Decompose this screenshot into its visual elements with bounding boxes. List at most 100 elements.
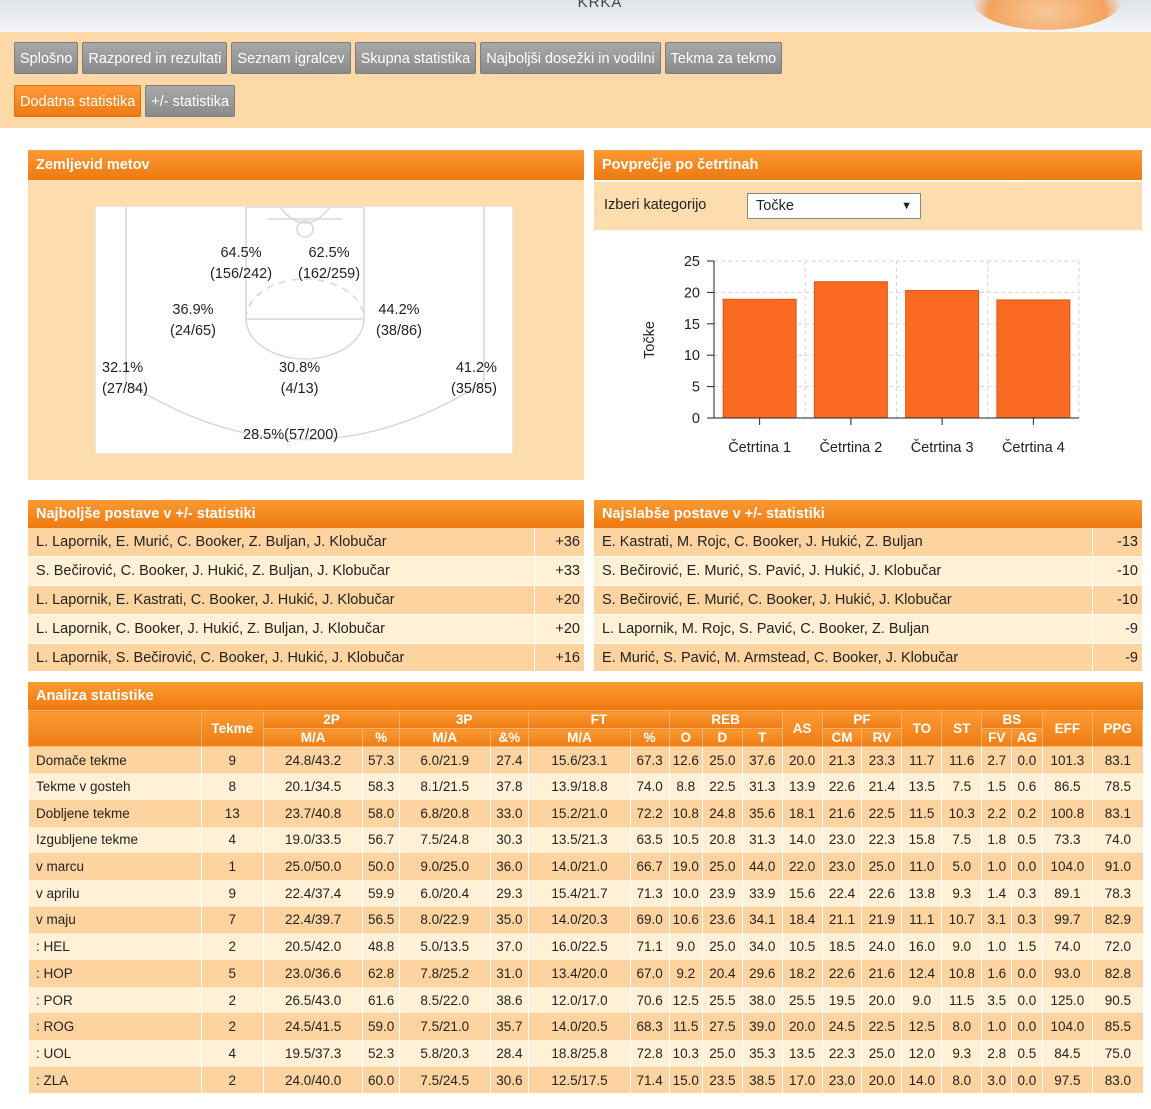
stats-cell: 0.3: [1011, 906, 1043, 934]
stats-cell: 2.7: [981, 746, 1012, 774]
stats-cell: 7: [200, 906, 264, 934]
stats-cell: 11.5: [668, 1013, 703, 1041]
stats-cell: 22.5: [861, 1013, 902, 1041]
stats-cell: 15.4/21.7: [528, 879, 631, 907]
stats-cell: 9.3: [941, 1040, 982, 1067]
stats-cell: 15.8: [901, 826, 942, 854]
stats-cell: 72.0: [1092, 933, 1143, 960]
stats-cell: 50.0: [362, 853, 400, 880]
subheader-3p-ma: M/A: [398, 728, 491, 747]
stats-cell: 1.5: [981, 773, 1012, 800]
stats-cell: 18.2: [781, 960, 823, 987]
tab-seznam-igralcev[interactable]: Seznam igralcev: [231, 42, 351, 74]
tab-splosno[interactable]: Splošno: [14, 42, 79, 74]
stats-cell: 18.8/25.8: [528, 1040, 631, 1067]
stats-cell: 4: [200, 1040, 264, 1067]
quarter-average-panel: Povprečje po četrtinah: [594, 150, 1142, 182]
stats-cell: 83.1: [1092, 799, 1143, 827]
stats-cell: 13.9/18.8: [528, 773, 631, 800]
stats-cell: 37.0: [489, 933, 529, 960]
stats-cell: 28.4: [489, 1040, 529, 1067]
tab-najboljsi-dosezki[interactable]: Najboljši dosežki in vodilni: [480, 42, 661, 74]
stats-cell: 21.4: [861, 773, 902, 800]
stats-row-label: : UOL: [28, 1040, 202, 1067]
category-dropdown[interactable]: Točke ▼: [747, 193, 921, 219]
stats-cell: 1.0: [981, 853, 1012, 880]
stats-cell: 83.1: [1092, 746, 1143, 774]
stats-cell: 30.6: [489, 1066, 529, 1094]
stats-cell: 60.0: [362, 1066, 400, 1094]
stats-cell: 9.0: [901, 986, 942, 1014]
stats-cell: 17.0: [781, 1066, 823, 1094]
chart-bar[interactable]: [813, 281, 888, 419]
chart-bar[interactable]: [996, 299, 1071, 419]
tab-razpored[interactable]: Razpored in rezultati: [82, 42, 228, 74]
stats-cell: 52.3: [362, 1040, 400, 1067]
stats-cell: 20.0: [781, 1013, 823, 1041]
subheader-reb-o: O: [668, 728, 703, 747]
stats-cell: 30.3: [489, 826, 529, 854]
stats-row: Dobljene tekme 13 23.7/40.8 58.0 6.8/20.8 33.…: [28, 799, 1143, 827]
stats-cell: 20.1/34.5: [263, 773, 363, 800]
stats-cell: 35.3: [741, 1040, 783, 1067]
stats-cell: 99.7: [1041, 906, 1093, 934]
stats-cell: 3.1: [981, 906, 1012, 934]
stats-cell: 19.0/33.5: [263, 826, 363, 854]
stats-cell: 0.0: [1011, 1013, 1043, 1041]
stats-cell: 37.6: [741, 746, 783, 774]
stats-cell: 8.0: [941, 1066, 982, 1094]
navigation-bar: Splošno Razpored in rezultati Seznam igr…: [0, 32, 1151, 128]
lineup-value: +33: [533, 556, 584, 587]
quarter-chart: 0 5 10 15 20 25 Četrtina 1 Četrtina 2 Četrtina 3…: [594, 230, 1142, 480]
stats-cell: 23.0: [821, 826, 862, 854]
stats-row: : HOP 5 23.0/36.6 62.8 7.8/25.2 31.0 13.4/20.0…: [28, 960, 1143, 987]
lineup-players: L. Lapornik, S. Bečirović, C. Booker, J.…: [28, 643, 534, 673]
quarter-average-title: Povprečje po četrtinah: [594, 150, 1142, 180]
stats-cell: 101.3: [1041, 746, 1093, 774]
stats-row: v maju 7 22.4/39.7 56.5 8.0/22.9 35.0 14.0/20.…: [28, 906, 1143, 934]
stats-cell: 9.0: [668, 933, 703, 960]
tab-tekma-za-tekmo[interactable]: Tekma za tekmo: [664, 42, 783, 74]
stats-cell: 23.0/36.6: [263, 960, 363, 987]
shot-map-title: Zemljevid metov: [28, 150, 584, 180]
lineup-value: -9: [1091, 643, 1142, 673]
chart-bar[interactable]: [722, 298, 797, 419]
stats-cell: 0.6: [1011, 773, 1043, 800]
stats-cell: 73.3: [1041, 826, 1093, 854]
stats-cell: 125.0: [1041, 986, 1093, 1014]
lineup-value: -13: [1091, 528, 1142, 558]
tab-skupna-statistika[interactable]: Skupna statistika: [354, 42, 477, 74]
stats-row-label: : POR: [28, 986, 202, 1014]
stats-cell: 7.5/24.8: [398, 826, 491, 854]
stats-cell: 74.0: [1041, 933, 1093, 960]
nav-row-2: Dodatna statistika +/- statistika: [14, 85, 236, 117]
stats-cell: 10.5: [781, 933, 823, 960]
category-select-row: Izberi kategorijo Točke ▼: [594, 182, 1142, 230]
header-3p: 3P: [398, 710, 530, 729]
header-pf: PF: [821, 710, 903, 729]
stats-cell: 61.6: [362, 986, 400, 1014]
stats-cell: 9.3: [941, 879, 982, 907]
chart-bar[interactable]: [905, 290, 980, 419]
stats-cell: 10.7: [941, 906, 982, 934]
stats-cell: 25.0: [861, 1040, 902, 1067]
stats-cell: 14.0: [781, 826, 823, 854]
stats-cell: 83.0: [1092, 1066, 1143, 1094]
stats-cell: 22.0: [781, 853, 823, 880]
lineup-players: L. Lapornik, E. Kastrati, C. Booker, J. …: [28, 585, 534, 615]
chart-ytick-label: 25: [684, 254, 700, 270]
stats-cell: 25.0: [701, 1040, 743, 1067]
chart-xtick-label: Četrtina 4: [1002, 439, 1065, 456]
stats-cell: 72.2: [629, 799, 669, 827]
stats-cell: 9: [200, 746, 264, 774]
chart-ytick-label: 15: [684, 317, 700, 333]
shot-zone-mid-right: 44.2% (38/86): [376, 302, 422, 339]
stats-cell: 89.1: [1041, 879, 1093, 907]
analysis-table: Tekme 2P 3P FT REB AS PF TO ST BS EFF PP…: [28, 710, 1143, 1094]
tab-plus-minus-statistika[interactable]: +/- statistika: [145, 85, 236, 117]
stats-cell: 20.0: [861, 986, 902, 1014]
stats-cell: 23.5: [701, 1066, 743, 1094]
tab-dodatna-statistika[interactable]: Dodatna statistika: [14, 85, 142, 117]
stats-cell: 23.3: [861, 746, 902, 774]
stats-cell: 15.6/23.1: [528, 746, 631, 774]
